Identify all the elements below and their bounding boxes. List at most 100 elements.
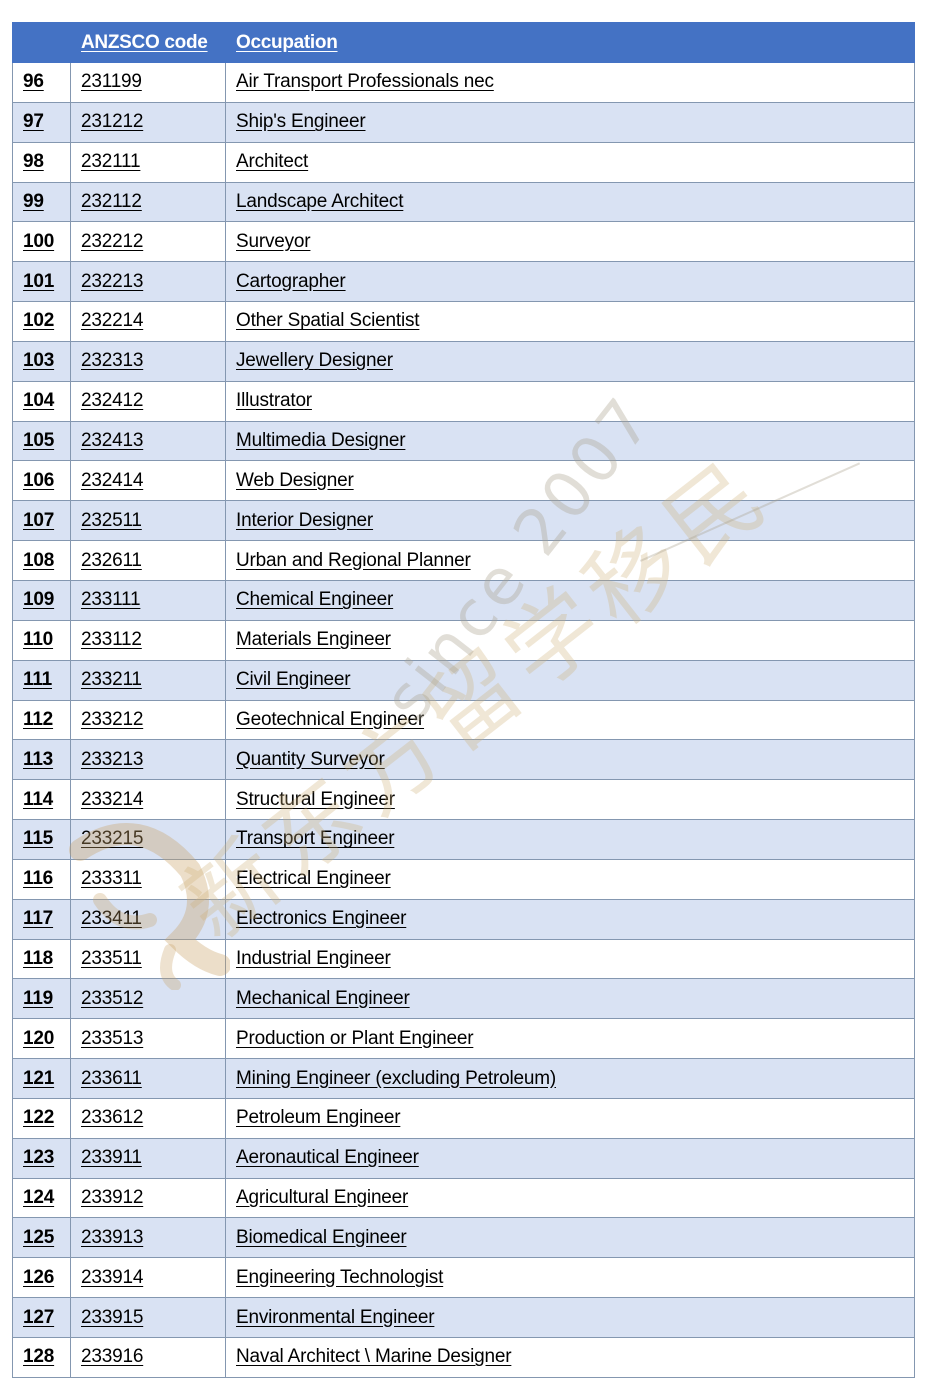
row-number[interactable]: 117 xyxy=(12,898,71,940)
occupation-link[interactable]: Web Designer xyxy=(225,460,915,502)
occupation-link[interactable]: Illustrator xyxy=(225,380,915,422)
header-anzsco-code[interactable]: ANZSCO code xyxy=(70,22,226,63)
anzsco-code-link[interactable]: 232111 xyxy=(70,141,226,183)
row-number[interactable]: 97 xyxy=(12,101,71,143)
anzsco-code-link[interactable]: 233915 xyxy=(70,1297,226,1338)
anzsco-code-link[interactable]: 233511 xyxy=(70,938,226,980)
occupation-link[interactable]: Landscape Architect xyxy=(225,181,915,223)
row-number[interactable]: 128 xyxy=(12,1337,71,1378)
occupation-link[interactable]: Other Spatial Scientist xyxy=(225,301,915,342)
anzsco-code-link[interactable]: 233215 xyxy=(70,819,226,860)
occupation-link[interactable]: Urban and Regional Planner xyxy=(225,540,915,581)
anzsco-code-link[interactable]: 231212 xyxy=(70,101,226,143)
occupation-link[interactable]: Aeronautical Engineer xyxy=(225,1137,915,1179)
occupation-link[interactable]: Cartographer xyxy=(225,261,915,303)
row-number[interactable]: 115 xyxy=(12,819,71,860)
row-number[interactable]: 112 xyxy=(12,699,71,741)
row-number[interactable]: 100 xyxy=(12,221,71,263)
row-number[interactable]: 105 xyxy=(12,420,71,462)
row-number[interactable]: 96 xyxy=(12,62,71,103)
row-number[interactable]: 109 xyxy=(12,579,71,621)
occupation-link[interactable]: Architect xyxy=(225,141,915,183)
occupation-link[interactable]: Geotechnical Engineer xyxy=(225,699,915,741)
row-number[interactable]: 114 xyxy=(12,779,71,821)
occupation-link[interactable]: Electrical Engineer xyxy=(225,858,915,900)
anzsco-code-link[interactable]: 232412 xyxy=(70,380,226,422)
anzsco-code-link[interactable]: 233214 xyxy=(70,779,226,821)
anzsco-code-link[interactable]: 232414 xyxy=(70,460,226,502)
anzsco-code-link[interactable]: 232611 xyxy=(70,540,226,581)
row-number[interactable]: 101 xyxy=(12,261,71,303)
anzsco-code-link[interactable]: 233112 xyxy=(70,619,226,661)
occupation-link[interactable]: Production or Plant Engineer xyxy=(225,1018,915,1060)
row-number[interactable]: 118 xyxy=(12,938,71,980)
row-number[interactable]: 104 xyxy=(12,380,71,422)
row-number[interactable]: 119 xyxy=(12,978,71,1020)
row-number[interactable]: 102 xyxy=(12,301,71,342)
occupation-link[interactable]: Mining Engineer (excluding Petroleum) xyxy=(225,1058,915,1099)
occupation-link[interactable]: Environmental Engineer xyxy=(225,1297,915,1338)
occupation-link[interactable]: Engineering Technologist xyxy=(225,1257,915,1299)
row-number[interactable]: 127 xyxy=(12,1297,71,1338)
anzsco-code-link[interactable]: 233111 xyxy=(70,579,226,621)
anzsco-code-link[interactable]: 232511 xyxy=(70,500,226,542)
row-number[interactable]: 107 xyxy=(12,500,71,542)
anzsco-code-link[interactable]: 233211 xyxy=(70,659,226,701)
row-number[interactable]: 103 xyxy=(12,340,71,382)
anzsco-code-link[interactable]: 232213 xyxy=(70,261,226,303)
header-occupation[interactable]: Occupation xyxy=(225,22,915,63)
occupation-link[interactable]: Structural Engineer xyxy=(225,779,915,821)
occupation-link[interactable]: Jewellery Designer xyxy=(225,340,915,382)
anzsco-code-link[interactable]: 231199 xyxy=(70,62,226,103)
occupation-link[interactable]: Multimedia Designer xyxy=(225,420,915,462)
occupation-link[interactable]: Agricultural Engineer xyxy=(225,1177,915,1219)
anzsco-code-link[interactable]: 232112 xyxy=(70,181,226,223)
row-number[interactable]: 98 xyxy=(12,141,71,183)
occupation-link[interactable]: Naval Architect \ Marine Designer xyxy=(225,1337,915,1378)
row-number[interactable]: 124 xyxy=(12,1177,71,1219)
row-number[interactable]: 123 xyxy=(12,1137,71,1179)
anzsco-code-link[interactable]: 233913 xyxy=(70,1217,226,1259)
occupation-link[interactable]: Petroleum Engineer xyxy=(225,1097,915,1139)
occupation-link[interactable]: Civil Engineer xyxy=(225,659,915,701)
occupation-link[interactable]: Interior Designer xyxy=(225,500,915,542)
anzsco-code-link[interactable]: 233914 xyxy=(70,1257,226,1299)
occupation-link[interactable]: Electronics Engineer xyxy=(225,898,915,940)
row-number[interactable]: 121 xyxy=(12,1058,71,1099)
occupation-link[interactable]: Ship's Engineer xyxy=(225,101,915,143)
anzsco-code-link[interactable]: 233411 xyxy=(70,898,226,940)
anzsco-code-link[interactable]: 233311 xyxy=(70,858,226,900)
row-number[interactable]: 108 xyxy=(12,540,71,581)
occupation-link[interactable]: Air Transport Professionals nec xyxy=(225,62,915,103)
occupation-link[interactable]: Transport Engineer xyxy=(225,819,915,860)
occupation-link[interactable]: Materials Engineer xyxy=(225,619,915,661)
occupation-link[interactable]: Surveyor xyxy=(225,221,915,263)
row-number[interactable]: 122 xyxy=(12,1097,71,1139)
anzsco-code-link[interactable]: 232313 xyxy=(70,340,226,382)
row-number[interactable]: 116 xyxy=(12,858,71,900)
row-number[interactable]: 106 xyxy=(12,460,71,502)
row-number[interactable]: 113 xyxy=(12,739,71,781)
anzsco-code-link[interactable]: 233611 xyxy=(70,1058,226,1099)
row-number[interactable]: 120 xyxy=(12,1018,71,1060)
anzsco-code-link[interactable]: 233513 xyxy=(70,1018,226,1060)
anzsco-code-link[interactable]: 233612 xyxy=(70,1097,226,1139)
anzsco-code-link[interactable]: 233213 xyxy=(70,739,226,781)
occupation-link[interactable]: Industrial Engineer xyxy=(225,938,915,980)
anzsco-code-link[interactable]: 233911 xyxy=(70,1137,226,1179)
anzsco-code-link[interactable]: 233512 xyxy=(70,978,226,1020)
anzsco-code-link[interactable]: 233212 xyxy=(70,699,226,741)
occupation-link[interactable]: Biomedical Engineer xyxy=(225,1217,915,1259)
anzsco-code-link[interactable]: 233912 xyxy=(70,1177,226,1219)
row-number[interactable]: 125 xyxy=(12,1217,71,1259)
row-number[interactable]: 111 xyxy=(12,659,71,701)
anzsco-code-link[interactable]: 232212 xyxy=(70,221,226,263)
anzsco-code-link[interactable]: 233916 xyxy=(70,1337,226,1378)
row-number[interactable]: 126 xyxy=(12,1257,71,1299)
anzsco-code-link[interactable]: 232214 xyxy=(70,301,226,342)
anzsco-code-link[interactable]: 232413 xyxy=(70,420,226,462)
row-number[interactable]: 99 xyxy=(12,181,71,223)
occupation-link[interactable]: Mechanical Engineer xyxy=(225,978,915,1020)
occupation-link[interactable]: Quantity Surveyor xyxy=(225,739,915,781)
row-number[interactable]: 110 xyxy=(12,619,71,661)
